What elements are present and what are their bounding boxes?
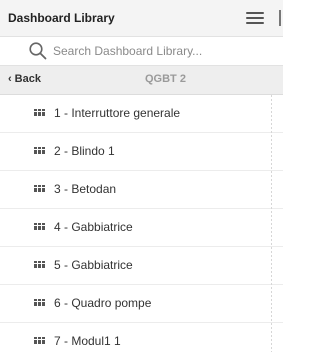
grid-icon — [34, 109, 45, 116]
panel-title: Dashboard Library — [8, 11, 115, 25]
list-item[interactable]: 3 - Betodan — [0, 171, 283, 209]
grid-icon — [34, 223, 45, 230]
search-input[interactable] — [53, 43, 268, 59]
header-divider — [279, 10, 281, 26]
grid-icon — [34, 261, 45, 268]
list-item[interactable]: 4 - Gabbiatrice — [0, 209, 283, 247]
list-item-label: 1 - Interruttore generale — [54, 106, 181, 120]
dashboard-list: 1 - Interruttore generale 2 - Blindo 1 3 -… — [0, 95, 283, 352]
search-bar — [0, 37, 283, 66]
list-item[interactable]: 5 - Gabbiatrice — [0, 247, 283, 285]
back-button[interactable]: ‹ Back — [8, 73, 41, 85]
list-item[interactable]: 1 - Interruttore generale — [0, 95, 283, 133]
grid-icon — [34, 185, 45, 192]
chevron-left-icon: ‹ — [8, 73, 12, 85]
hamburger-menu-icon[interactable] — [246, 11, 264, 25]
list-item-label: 5 - Gabbiatrice — [54, 258, 133, 272]
list-item[interactable]: 2 - Blindo 1 — [0, 133, 283, 171]
list-item[interactable]: 7 - Modul1 1 — [0, 323, 283, 352]
back-label: Back — [14, 73, 41, 85]
list-item-label: 4 - Gabbiatrice — [54, 220, 133, 234]
navigation-bar: ‹ Back QGBT 2 — [0, 66, 283, 95]
search-icon[interactable] — [28, 41, 48, 61]
grid-icon — [34, 337, 45, 344]
list-item[interactable]: 6 - Quadro pompe — [0, 285, 283, 323]
breadcrumb: QGBT 2 — [145, 73, 186, 85]
list-right-edge — [271, 95, 272, 352]
panel-header: Dashboard Library — [0, 0, 283, 37]
grid-icon — [34, 147, 45, 154]
list-item-label: 2 - Blindo 1 — [54, 144, 115, 158]
list-item-label: 7 - Modul1 1 — [54, 334, 121, 348]
dashboard-library-panel: Dashboard Library ‹Back QGBT 2 1 - Inter… — [0, 0, 283, 352]
list-item-label: 3 - Betodan — [54, 182, 117, 196]
list-item-label: 6 - Quadro pompe — [54, 296, 152, 310]
grid-icon — [34, 299, 45, 306]
